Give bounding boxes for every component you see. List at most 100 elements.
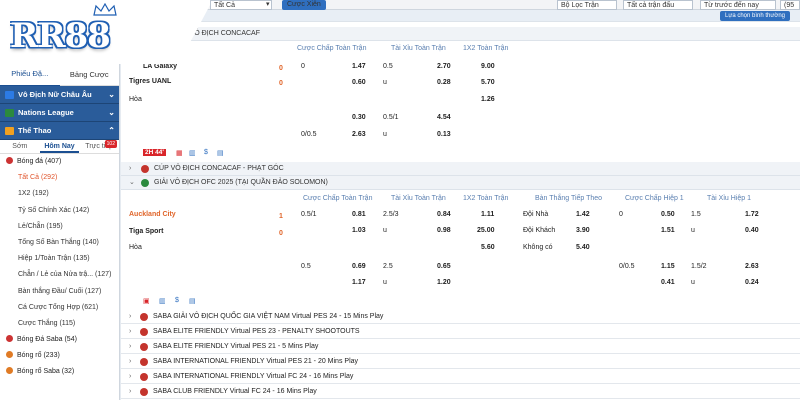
page-select[interactable]: (95 [780,0,800,10]
handicap-line: 0/0.5 [301,131,317,138]
league-header[interactable]: › CÚP VÔ ĐỊCH CONCACAF - PHẠT GÓC [121,162,800,176]
odds[interactable]: 0.65 [437,263,451,270]
league-row[interactable]: › SABA ELITE FRIENDLY Virtual PES 21 - 5 … [121,340,800,354]
live-icon[interactable]: ▣ [143,297,150,305]
league-icon [140,343,148,351]
sidebar-item-outright[interactable]: Cược Thắng (115) [0,316,119,332]
odds[interactable]: 3.90 [576,227,590,234]
away-team[interactable]: Tigres UANL [129,78,171,85]
all-select[interactable]: Tất Cả [210,0,272,10]
sort-select-button[interactable]: Lựa chọn bình thường [719,11,790,21]
section-label: Nations League [18,108,74,117]
odds[interactable]: 0.60 [352,79,366,86]
odds[interactable]: 1.42 [576,211,590,218]
odds[interactable]: 1.26 [481,96,495,103]
odds[interactable]: 1.17 [352,279,366,286]
sidebar-item-correct-score[interactable]: Tỷ Số Chính Xác (142) [0,203,119,219]
odds[interactable]: 0.30 [352,114,366,121]
odds[interactable]: 1.47 [352,63,366,70]
league-row[interactable]: › SABA GIẢI VÔ ĐỊCH QUỐC GIA VIỆT NAM Vir… [121,310,800,324]
sidebar-item-half-odd-even[interactable]: Chẵn / Lẻ của Nửa trậ... (127) [0,267,119,283]
item-label: Bóng đá (407) [17,158,62,165]
live-tv-icon[interactable]: ▤ [217,149,224,157]
odds[interactable]: 1.20 [437,279,451,286]
league-icon [140,373,148,381]
home-team[interactable]: LA Galaxy [143,63,177,70]
sidebar-item-saba-basketball[interactable]: Bóng rổ Saba (32) [0,364,119,380]
logo[interactable]: RR88 [10,16,111,56]
odds[interactable]: 1.11 [481,211,494,218]
total-line: 0.5 [383,63,393,70]
league-row[interactable]: › SABA CLUB FRIENDLY Virtual FC 24 - 16 M… [121,385,800,399]
odds[interactable]: 1.72 [745,211,759,218]
col-header: 1X2 Toàn Trận [463,195,509,202]
odds[interactable]: 2.63 [745,263,759,270]
odds[interactable]: 0.41 [661,279,675,286]
home-score: 0 [279,65,283,72]
sidebar-item-all[interactable]: Tất Cả (292) [0,170,119,186]
odds[interactable]: 1.15 [661,263,675,270]
chevron-down-icon[interactable]: ▾ [266,0,270,10]
draw-label: Hòa [129,244,142,251]
next-goal-label: Đội Khách [523,227,556,234]
chart-icon[interactable]: ▥ [159,297,166,305]
sidebar-section-womens-euro[interactable]: Vô Địch Nữ Châu Âu ⌄ [0,86,119,104]
odds[interactable]: 0.28 [437,79,451,86]
league-name: SABA INTERNATIONAL FRIENDLY Virtual FC 2… [153,373,354,380]
currency-icon[interactable]: $ [204,149,208,156]
order-select[interactable]: Từ trước đến nay [700,0,776,10]
sidebar-item-1x2[interactable]: 1X2 (192) [0,186,119,202]
sidebar-item-half-full[interactable]: Hiệp 1/Toàn Trận (135) [0,251,119,267]
home-team[interactable]: Auckland City [129,211,176,218]
league-header[interactable]: CÚP VÔ ĐỊCH CONCACAF [121,27,800,41]
league-name: SABA ELITE FRIENDLY Virtual PES 23 - PEN… [153,328,360,335]
odds[interactable]: 25.00 [477,227,495,234]
odds[interactable]: 5.60 [481,244,495,251]
odds[interactable]: 0.69 [352,263,366,270]
sidebar-section-nations-league[interactable]: Nations League ⌄ [0,104,119,122]
stats-icon[interactable]: ▤ [189,297,196,305]
sidebar-item-football[interactable]: Bóng đá (407) [0,154,119,170]
odds[interactable]: 0.40 [745,227,759,234]
odds[interactable]: 5.40 [576,244,590,251]
odds[interactable]: 0.98 [437,227,451,234]
sidebar-section-sports[interactable]: Thể Thao ⌃ [0,122,119,140]
bet-slip-button[interactable]: Cược Xiên [282,0,326,10]
odds[interactable]: 1.03 [352,227,366,234]
sidebar-item-total-goals[interactable]: Tổng Số Bàn Thắng (140) [0,235,119,251]
currency-icon[interactable]: $ [175,297,179,304]
sidebar-item-mix-parlay[interactable]: Cá Cược Tổng Hợp (621) [0,300,119,316]
under-label: u [383,279,387,286]
sidebar-item-odd-even[interactable]: Lẻ/Chẵn (195) [0,219,119,235]
odds[interactable]: 0.84 [437,211,451,218]
sidebar: Phiếu Đặ... Bảng Cược Vô Địch Nữ Châu Âu… [0,64,120,400]
odds[interactable]: 2.63 [352,131,366,138]
chart-icon[interactable]: ▥ [189,149,196,157]
odds[interactable]: 0.50 [661,211,675,218]
league-header[interactable]: ⌄ GIẢI VÔ ĐỊCH OFC 2025 (TẠI QUẦN ĐẢO SO… [121,176,800,190]
league-row[interactable]: › SABA INTERNATIONAL FRIENDLY Virtual PES… [121,355,800,369]
odds[interactable]: 0.81 [352,211,366,218]
league-row[interactable]: › SABA ELITE FRIENDLY Virtual PES 23 - PE… [121,325,800,339]
tab-early[interactable]: Sớm [0,140,40,153]
match-filter-select[interactable]: Bộ Lọc Trận Đấu [557,0,617,19]
stats-icon[interactable]: ▦ [176,149,183,157]
odds[interactable]: 4.54 [437,114,451,121]
odds[interactable]: 0.13 [437,131,451,138]
all-matches-select[interactable]: Tất cả trận đấu [623,0,693,10]
chevron-down-icon: ⌄ [108,90,115,99]
sidebar-item-basketball[interactable]: Bóng rổ (233) [0,348,119,364]
odds[interactable]: 2.70 [437,63,451,70]
odds[interactable]: 0.24 [745,279,759,286]
tab-bet-table[interactable]: Bảng Cược [60,64,120,86]
away-team[interactable]: Tiga Sport [129,228,163,235]
sidebar-item-first-last-goal[interactable]: Bàn thắng Đầu/ Cuối (127) [0,284,119,300]
odds[interactable]: 1.51 [661,227,675,234]
tab-today[interactable]: Hôm Nay [39,140,80,153]
odds[interactable]: 5.70 [481,79,495,86]
league-row[interactable]: › SABA INTERNATIONAL FRIENDLY Virtual FC … [121,370,800,384]
tab-bet-slip[interactable]: Phiếu Đặ... [0,63,60,87]
odds[interactable]: 9.00 [481,63,495,70]
sidebar-item-saba-football[interactable]: Bóng Đá Saba (54) [0,332,119,348]
basketball-icon [6,351,13,359]
